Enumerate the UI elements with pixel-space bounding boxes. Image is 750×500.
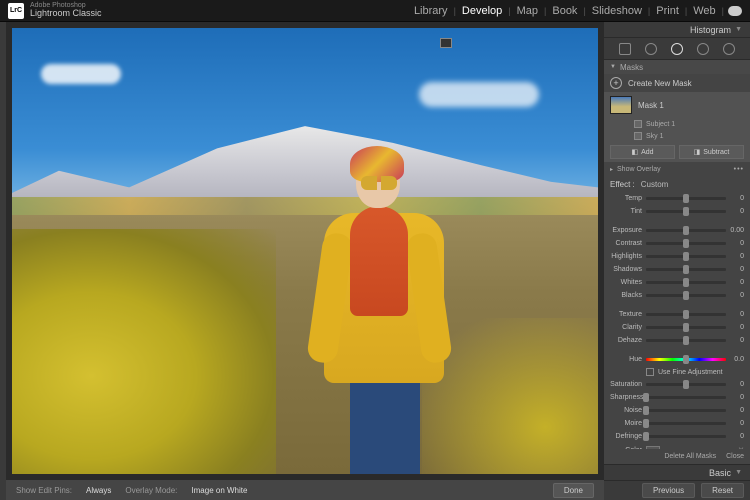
module-map[interactable]: Map (511, 5, 544, 17)
slider-sharpness[interactable]: Sharpness0 (610, 392, 744, 403)
slider-knob[interactable] (683, 207, 689, 216)
slider-knob[interactable] (683, 355, 689, 364)
slider-knob[interactable] (683, 239, 689, 248)
module-develop[interactable]: Develop (456, 5, 508, 17)
edit-pins-dropdown[interactable]: Always (86, 486, 111, 495)
slider-knob[interactable] (683, 194, 689, 203)
slider-knob[interactable] (643, 419, 649, 428)
slider-noise[interactable]: Noise0 (610, 405, 744, 416)
module-web[interactable]: Web (687, 5, 721, 17)
image-canvas[interactable] (12, 28, 598, 474)
slider-highlights[interactable]: Highlights0 (610, 251, 744, 262)
top-bar: LrC Adobe Photoshop Lightroom Classic Li… (0, 0, 750, 22)
checkbox-icon (646, 368, 654, 376)
slider-dehaze[interactable]: Dehaze0 (610, 335, 744, 346)
overlay-options-icon[interactable]: ••• (734, 166, 744, 173)
fine-adjustment-checkbox[interactable]: Use Fine Adjustment (610, 368, 744, 376)
slider-knob[interactable] (683, 265, 689, 274)
mask-subtract-button[interactable]: ◨Subtract (679, 145, 744, 159)
slider-knob[interactable] (683, 380, 689, 389)
slider-clarity[interactable]: Clarity0 (610, 322, 744, 333)
slider-knob[interactable] (683, 323, 689, 332)
slider-knob[interactable] (643, 432, 649, 441)
effect-label: Effect : (610, 180, 635, 189)
effect-preset-dropdown[interactable]: Custom (641, 180, 669, 189)
mask-component-sky[interactable]: Sky 1 (604, 130, 750, 142)
slider-knob[interactable] (683, 336, 689, 345)
plus-icon: + (610, 77, 622, 89)
delete-all-masks-button[interactable]: Delete All Masks (664, 453, 716, 460)
slider-whites[interactable]: Whites0 (610, 277, 744, 288)
module-book[interactable]: Book (546, 5, 583, 17)
module-slideshow[interactable]: Slideshow (586, 5, 648, 17)
overlay-mode-dropdown[interactable]: Image on White (191, 486, 247, 495)
heal-tool-icon[interactable] (645, 43, 657, 55)
add-icon: ◧ (631, 148, 638, 156)
chevron-down-icon: ▼ (735, 469, 742, 476)
reset-button[interactable]: Reset (701, 483, 744, 498)
slider-knob[interactable] (683, 310, 689, 319)
brand-large: Lightroom Classic (30, 9, 102, 19)
sky-icon (634, 132, 642, 140)
slider-exposure[interactable]: Exposure0.00 (610, 225, 744, 236)
slider-saturation[interactable]: Saturation0 (610, 379, 744, 390)
chevron-right-icon: ▸ (610, 166, 613, 173)
slider-knob[interactable] (683, 291, 689, 300)
mask-pin-icon[interactable] (440, 38, 452, 48)
app-brand: Adobe Photoshop Lightroom Classic (30, 2, 102, 20)
module-picker: Library| Develop| Map| Book| Slideshow| … (408, 5, 742, 17)
slider-blacks[interactable]: Blacks0 (610, 290, 744, 301)
subtract-icon: ◨ (694, 148, 701, 156)
histogram-panel-header[interactable]: Histogram▼ (604, 22, 750, 38)
photo-preview (12, 28, 598, 474)
right-panels: Histogram▼ ▼ Masks + Create New Mask Mas… (604, 22, 750, 500)
subject-icon (634, 120, 642, 128)
mask-add-button[interactable]: ◧Add (610, 145, 675, 159)
cloud-sync-icon[interactable] (728, 6, 742, 16)
canvas-toolbar: Show Edit Pins: Always Overlay Mode: Ima… (6, 480, 604, 500)
crop-tool-icon[interactable] (619, 43, 631, 55)
slider-knob[interactable] (683, 278, 689, 287)
mask-component-subject[interactable]: Subject 1 (604, 118, 750, 130)
slider-defringe[interactable]: Defringe0 (610, 431, 744, 442)
overlay-mode-label: Overlay Mode: (125, 486, 177, 495)
mask-tool-icon[interactable] (671, 43, 683, 55)
module-library[interactable]: Library (408, 5, 454, 17)
done-button[interactable]: Done (553, 483, 594, 498)
slider-contrast[interactable]: Contrast0 (610, 238, 744, 249)
mask-item[interactable]: Mask 1 (604, 92, 750, 118)
edit-pins-label: Show Edit Pins: (16, 486, 72, 495)
slider-knob[interactable] (643, 406, 649, 415)
tool-strip (604, 38, 750, 60)
chevron-down-icon: ▼ (735, 26, 742, 33)
slider-moire[interactable]: Moire0 (610, 418, 744, 429)
show-overlay-toggle[interactable]: ▸ Show Overlay ••• (604, 162, 750, 176)
slider-temp[interactable]: Temp0 (610, 193, 744, 204)
canvas-area: Show Edit Pins: Always Overlay Mode: Ima… (6, 22, 604, 500)
slider-texture[interactable]: Texture0 (610, 309, 744, 320)
mask-thumbnail (610, 96, 632, 114)
slider-hue[interactable]: Hue 0.0 (610, 354, 744, 365)
redeye-tool-icon[interactable] (697, 43, 709, 55)
previous-button[interactable]: Previous (642, 483, 695, 498)
create-new-mask-button[interactable]: + Create New Mask (604, 74, 750, 92)
slider-shadows[interactable]: Shadows0 (610, 264, 744, 275)
close-masks-button[interactable]: Close (726, 453, 744, 460)
app-logo: LrC (8, 3, 24, 19)
settings-icon[interactable] (723, 43, 735, 55)
slider-knob[interactable] (643, 393, 649, 402)
basic-panel-header[interactable]: Basic▼ (604, 464, 750, 480)
masks-panel-header[interactable]: ▼ Masks (604, 60, 750, 74)
chevron-down-icon: ▼ (610, 64, 616, 70)
mask-name-label: Mask 1 (638, 101, 664, 110)
slider-knob[interactable] (683, 252, 689, 261)
slider-knob[interactable] (683, 226, 689, 235)
module-print[interactable]: Print (650, 5, 685, 17)
hue-track[interactable] (646, 358, 726, 361)
adjustment-sliders: Effect : Custom Temp0 Tint0 Exposure0.00 Co… (604, 176, 750, 449)
slider-tint[interactable]: Tint0 (610, 206, 744, 217)
